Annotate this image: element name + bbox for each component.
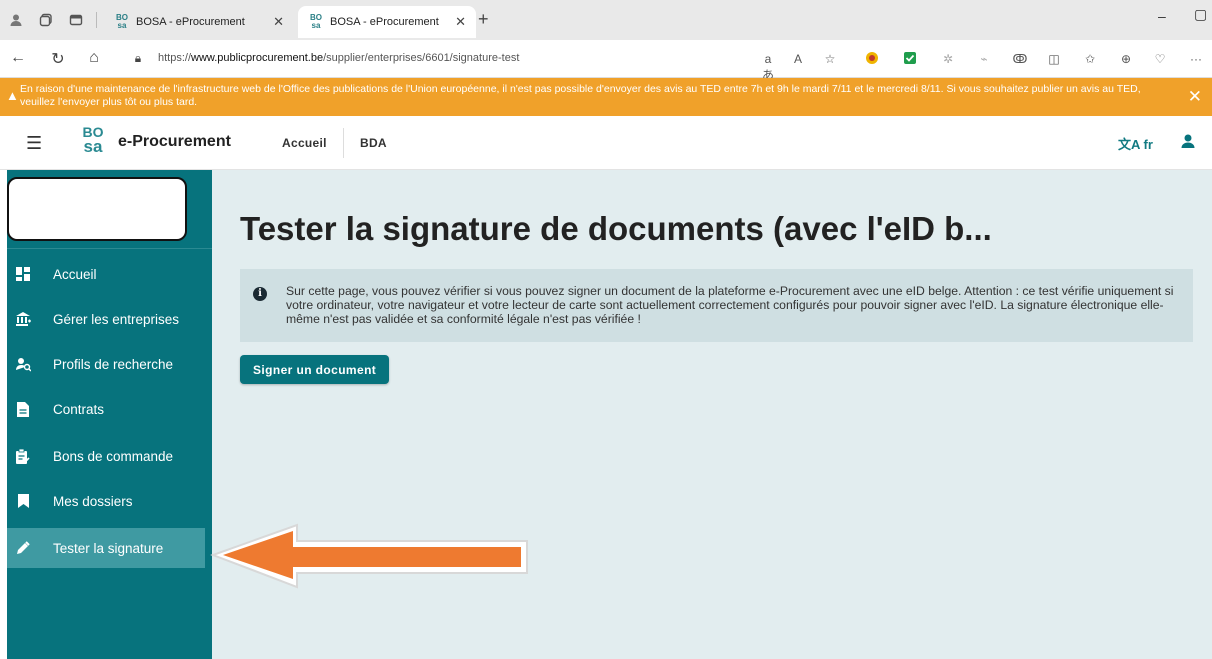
info-box: i Sur cette page, vous pouvez vérifier s…: [240, 269, 1193, 342]
user-search-icon: [15, 356, 31, 372]
sidebar-item-label: Profils de recherche: [53, 356, 174, 372]
browser-essentials-icon[interactable]: ♡: [1152, 51, 1168, 67]
nav-accueil[interactable]: Accueil: [282, 136, 327, 150]
warning-icon: ▲: [6, 88, 19, 103]
url-path: /supplier/enterprises/6601/signature-tes…: [323, 52, 520, 64]
extension-icon[interactable]: [864, 51, 880, 67]
favorites-icon[interactable]: ✩: [1082, 51, 1098, 67]
pen-icon: [15, 540, 31, 556]
brand-name[interactable]: e-Procurement: [118, 133, 231, 151]
split-screen-icon[interactable]: ◫: [1046, 51, 1062, 67]
sidebar-item-label: Bons de commande: [53, 448, 174, 464]
user-icon[interactable]: [1180, 133, 1196, 154]
close-banner-icon[interactable]: ✕: [1188, 87, 1202, 107]
tab-bosa-2[interactable]: BO sa BOSA - eProcurement ✕: [298, 6, 476, 38]
collections-icon[interactable]: ⊕: [1118, 51, 1134, 67]
sidebar-item-bons-commande[interactable]: Bons de commande: [7, 436, 205, 476]
read-aloud-icon[interactable]: aあ: [760, 51, 776, 82]
sidebar-item-label: Gérer les entreprises: [53, 311, 180, 327]
minimize-icon[interactable]: –: [1158, 8, 1166, 24]
close-tab-icon[interactable]: ✕: [273, 14, 284, 30]
bookmark-icon: [15, 493, 31, 509]
sidebar-divider: [7, 248, 212, 249]
info-text: Sur cette page, vous pouvez vérifier si …: [286, 284, 1174, 326]
sidebar-item-mes-dossiers[interactable]: Mes dossiers: [7, 481, 205, 521]
url-domain: www.publicprocurement.be: [191, 52, 324, 64]
workspaces-icon[interactable]: [38, 12, 54, 28]
home-icon[interactable]: ⌂: [84, 49, 104, 67]
sidebar-item-accueil[interactable]: Accueil: [7, 254, 205, 294]
favorite-star-icon[interactable]: ☆: [822, 51, 838, 67]
sidebar-item-label: Mes dossiers: [53, 493, 133, 509]
bosa-favicon: BO sa: [116, 13, 128, 30]
clipboard-icon: [15, 448, 31, 464]
tab-title: BOSA - eProcurement: [136, 16, 245, 28]
browser-toolbar: ← ↻ ⌂ 🔒︎ https://www.publicprocurement.b…: [0, 40, 1212, 105]
sidebar-item-gerer-entreprises[interactable]: Gérer les entreprises: [7, 299, 205, 339]
logo-bottom: sa: [83, 137, 103, 156]
text-size-icon[interactable]: A: [790, 51, 806, 67]
profile-icon[interactable]: [8, 12, 24, 28]
more-menu-icon[interactable]: ···: [1188, 51, 1204, 67]
document-icon: [15, 401, 31, 417]
app-header: ☰ BO sa e-Procurement Accueil BDA 文A fr: [0, 116, 1212, 170]
address-bar[interactable]: https://www.publicprocurement.be/supplie…: [158, 52, 519, 64]
bosa-favicon: BO sa: [310, 13, 322, 30]
new-tab-icon[interactable]: +: [478, 9, 489, 30]
bosa-logo[interactable]: BO sa: [76, 125, 110, 159]
sidebar-item-tester-signature[interactable]: Tester la signature: [7, 528, 205, 568]
extension-icon[interactable]: ✲: [940, 51, 956, 67]
back-icon[interactable]: ←: [8, 49, 28, 67]
checkbox-extension-icon[interactable]: [902, 51, 918, 67]
page-title: Tester la signature de documents (avec l…: [240, 210, 992, 247]
hamburger-menu-icon[interactable]: ☰: [26, 133, 42, 154]
browser-tab-strip: BO sa BOSA - eProcurement ✕ BO sa BOSA -…: [0, 0, 1212, 40]
url-scheme: https://: [158, 52, 192, 64]
banner-text: En raison d'une maintenance de l'infrast…: [20, 83, 1141, 108]
building-icon: [15, 311, 31, 327]
tab-bosa-1[interactable]: BO sa BOSA - eProcurement ✕: [104, 6, 294, 38]
language-code: fr: [1143, 137, 1153, 152]
tab-actions-icon[interactable]: [68, 12, 84, 28]
close-tab-icon[interactable]: ✕: [455, 14, 466, 30]
dashboard-icon: [15, 266, 31, 282]
extension-icon[interactable]: ⌁: [976, 51, 992, 67]
translate-icon: 文A: [1118, 137, 1140, 152]
maximize-icon[interactable]: ▢: [1194, 6, 1207, 23]
lock-icon[interactable]: 🔒︎: [128, 51, 148, 66]
sign-document-button[interactable]: Signer un document: [240, 355, 390, 384]
annotation-arrow: [210, 523, 528, 589]
extension-icon[interactable]: ↂ: [1012, 51, 1028, 67]
tab-title: BOSA - eProcurement: [330, 16, 439, 28]
language-selector[interactable]: 文A fr: [1118, 134, 1153, 153]
sidebar-item-label: Tester la signature: [53, 540, 164, 556]
maintenance-banner: ▲ En raison d'une maintenance de l'infra…: [0, 78, 1212, 116]
sidebar-item-label: Accueil: [53, 266, 97, 282]
nav-bda[interactable]: BDA: [360, 136, 387, 150]
info-icon: i: [253, 287, 267, 301]
nav-divider: [343, 128, 344, 158]
enterprise-profile-box[interactable]: [7, 177, 187, 241]
sidebar: Accueil Gérer les entreprises Profils de…: [7, 170, 212, 659]
sidebar-item-contrats[interactable]: Contrats: [7, 389, 205, 429]
refresh-icon[interactable]: ↻: [48, 49, 68, 69]
tab-divider: [96, 12, 97, 28]
sidebar-item-label: Contrats: [53, 401, 105, 417]
sidebar-item-profils-recherche[interactable]: Profils de recherche: [7, 344, 205, 384]
